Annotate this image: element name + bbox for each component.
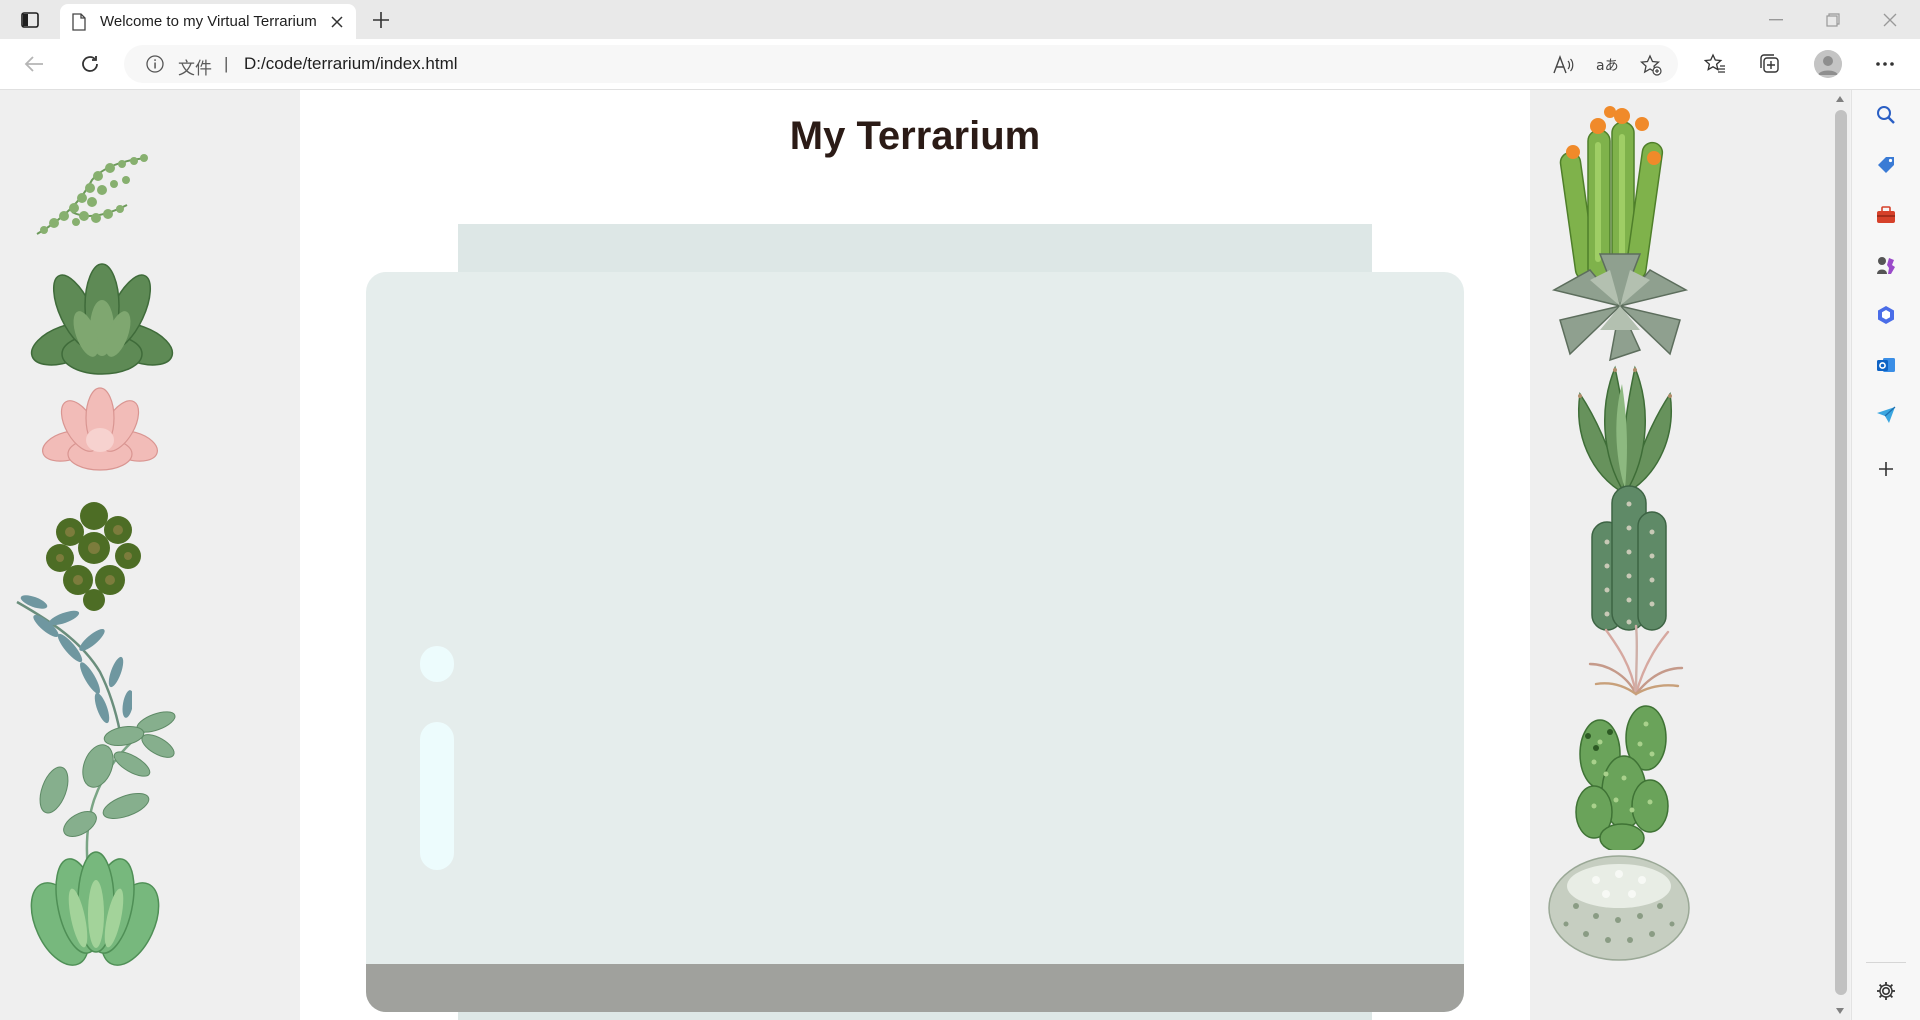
- plant-14[interactable]: [1546, 846, 1692, 962]
- microsoft-365-icon[interactable]: [1873, 302, 1899, 328]
- page-title: My Terrarium: [789, 114, 1041, 158]
- title-bar: Welcome to my Virtual Terrarium: [0, 0, 1920, 39]
- page-content: My Terrarium: [300, 90, 1530, 1020]
- games-icon[interactable]: [1873, 252, 1899, 278]
- collections-icon[interactable]: [1755, 49, 1785, 79]
- scroll-down-arrow[interactable]: [1836, 1008, 1844, 1014]
- tab-title: Welcome to my Virtual Terrarium: [100, 13, 317, 30]
- page-icon: [72, 12, 88, 31]
- plant-13[interactable]: [1570, 702, 1676, 850]
- page-viewport: My Terrarium: [0, 90, 1850, 1020]
- tools-icon[interactable]: [1873, 202, 1899, 228]
- file-label: 文件: [178, 59, 212, 78]
- plus-icon[interactable]: [368, 8, 394, 32]
- send-icon[interactable]: [1873, 402, 1899, 428]
- plant-9[interactable]: [1550, 250, 1690, 362]
- address-separator: |: [224, 54, 229, 73]
- plant-11[interactable]: [1586, 482, 1672, 634]
- scroll-thumb[interactable]: [1835, 110, 1847, 995]
- translate-icon[interactable]: aあ: [1596, 54, 1618, 76]
- jar-bottom: [458, 1012, 1372, 1020]
- address-url[interactable]: D:/code/terrarium/index.html: [244, 54, 458, 74]
- sidebar-toggle-icon[interactable]: [18, 9, 42, 31]
- more-icon[interactable]: [1870, 49, 1900, 79]
- plant-7[interactable]: [30, 844, 160, 976]
- read-aloud-icon[interactable]: [1552, 54, 1574, 76]
- search-icon[interactable]: [1873, 102, 1899, 128]
- svg-text:aあ: aあ: [1596, 58, 1618, 74]
- back-arrow-icon[interactable]: [18, 49, 50, 79]
- jar-body: [366, 272, 1464, 1012]
- plant-2[interactable]: [26, 262, 178, 380]
- edge-sidebar: [1851, 90, 1920, 1020]
- vertical-scrollbar[interactable]: [1830, 90, 1850, 1020]
- info-icon[interactable]: [146, 55, 164, 73]
- jar-glossy-dot: [420, 646, 454, 682]
- browser-tab[interactable]: Welcome to my Virtual Terrarium: [60, 4, 356, 39]
- shopping-tag-icon[interactable]: [1873, 152, 1899, 178]
- jar-top: [458, 224, 1372, 272]
- plant-3[interactable]: [40, 386, 160, 474]
- outlook-icon[interactable]: [1873, 352, 1899, 378]
- settings-icon[interactable]: [1873, 978, 1899, 1004]
- address-bar[interactable]: 文件 | D:/code/terrarium/index.html aあ: [124, 45, 1678, 83]
- dirt: [366, 964, 1464, 1012]
- sidebar-divider: [1866, 962, 1906, 963]
- plant-1[interactable]: [32, 150, 152, 240]
- close-icon[interactable]: [328, 13, 346, 31]
- profile-icon[interactable]: [1814, 50, 1842, 78]
- add-icon[interactable]: [1873, 456, 1899, 482]
- browser-toolbar: 文件 | D:/code/terrarium/index.html aあ: [0, 39, 1920, 90]
- close-window-icon[interactable]: [1868, 6, 1912, 34]
- plant-10[interactable]: [1570, 364, 1680, 498]
- restore-icon[interactable]: [1811, 6, 1855, 34]
- left-plant-container: [0, 90, 300, 1020]
- refresh-icon[interactable]: [74, 49, 106, 79]
- favorites-icon[interactable]: [1700, 49, 1730, 79]
- jar-glossy-bar: [420, 722, 454, 870]
- scroll-up-arrow[interactable]: [1836, 96, 1844, 102]
- right-plant-container: [1530, 90, 1830, 1020]
- minimize-icon[interactable]: [1754, 6, 1798, 34]
- plant-12[interactable]: [1586, 624, 1686, 698]
- add-favorite-icon[interactable]: [1640, 54, 1662, 76]
